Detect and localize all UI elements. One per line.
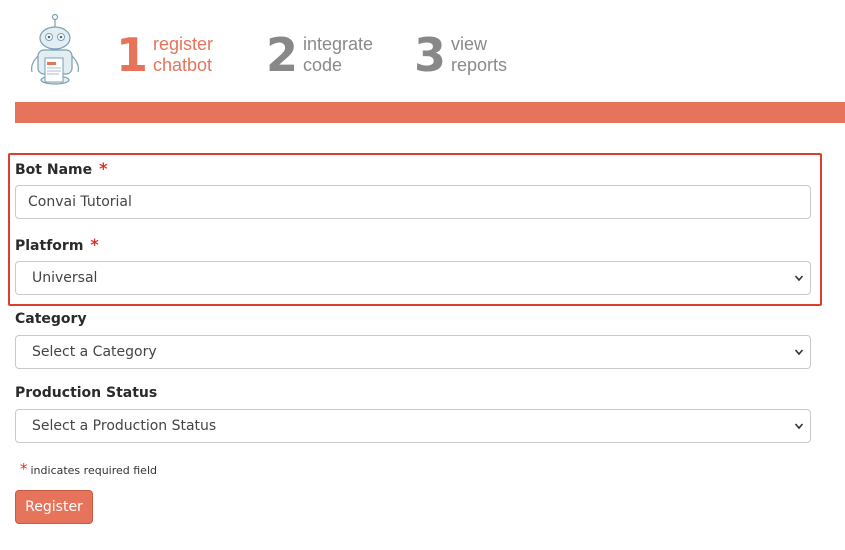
step-label-line1: register: [153, 34, 214, 54]
required-star: *: [90, 235, 99, 254]
step-label-line2: code: [303, 55, 343, 75]
platform-label: Platform *: [15, 235, 99, 254]
required-field-note: * indicates required field: [20, 460, 157, 478]
chevron-down-icon: [794, 275, 804, 282]
step-register-chatbot: 1 register chatbot: [116, 30, 213, 80]
step-number: 3: [414, 28, 446, 82]
bot-name-label-text: Bot Name: [15, 162, 93, 178]
header: 1 register chatbot 2 integrate code 3 vi…: [0, 0, 845, 100]
register-button[interactable]: Register: [15, 490, 93, 524]
category-label-text: Category: [15, 311, 87, 327]
step-label: register chatbot: [153, 34, 213, 76]
category-label: Category: [15, 311, 87, 327]
required-note-text: indicates required field: [30, 464, 157, 477]
required-star: *: [99, 159, 108, 178]
step-number: 2: [266, 28, 298, 82]
chevron-down-icon: [794, 423, 804, 430]
production-status-label-text: Production Status: [15, 385, 158, 401]
production-status-label: Production Status: [15, 385, 157, 401]
step-label-line2: chatbot: [153, 55, 213, 75]
production-status-select[interactable]: Select a Production Status: [15, 409, 811, 443]
step-number: 1: [116, 28, 148, 82]
step-label-line1: integrate: [303, 34, 374, 54]
progress-bar: [15, 102, 845, 123]
robot-logo-icon: [24, 12, 86, 88]
category-select[interactable]: Select a Category: [15, 335, 811, 369]
platform-selected-value: Universal: [32, 270, 98, 286]
step-label: view reports: [451, 34, 507, 76]
step-integrate-code: 2 integrate code: [266, 30, 373, 80]
bot-name-value: Convai Tutorial: [28, 194, 132, 210]
production-status-selected-value: Select a Production Status: [32, 418, 217, 434]
bot-name-input[interactable]: Convai Tutorial: [15, 185, 811, 219]
bot-name-label: Bot Name *: [15, 159, 107, 178]
step-view-reports: 3 view reports: [414, 30, 507, 80]
platform-select[interactable]: Universal: [15, 261, 811, 295]
step-label: integrate code: [303, 34, 373, 76]
step-label-line1: view: [451, 34, 488, 54]
step-label-line2: reports: [451, 55, 508, 75]
required-star: *: [20, 460, 28, 478]
chevron-down-icon: [794, 349, 804, 356]
platform-label-text: Platform: [15, 238, 84, 254]
category-selected-value: Select a Category: [32, 344, 157, 360]
